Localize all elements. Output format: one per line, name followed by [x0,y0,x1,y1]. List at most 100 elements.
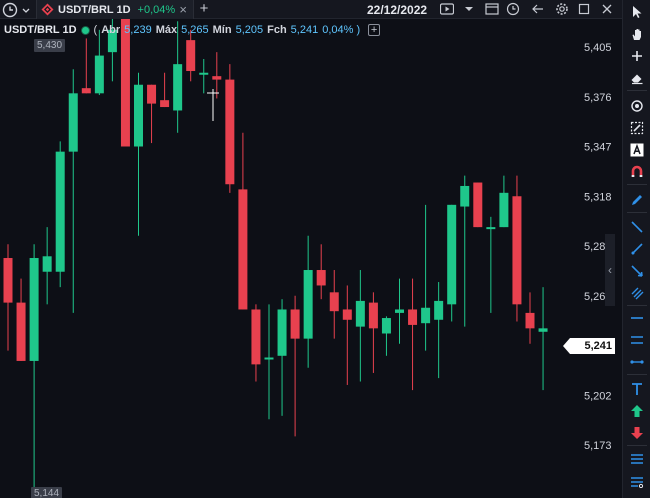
candle-body [134,84,143,147]
horizontal-line-icon [631,317,643,319]
magnet-mode-tool[interactable] [626,97,648,115]
tab-close-button[interactable]: × [179,3,187,16]
brush-icon [630,121,644,135]
arrow-line-tool[interactable] [626,262,648,280]
layout-menu-button[interactable] [462,2,476,16]
candle-body [342,309,352,320]
tab-change-percent: +0,04% [137,3,176,16]
ray-icon [631,243,643,255]
clock-menu-button[interactable] [2,1,32,18]
ohlc-legend: USDT/BRL 1D ( Abr 5,239 Máx 5,265 Mín 5,… [4,22,381,38]
candle-body [355,300,365,327]
cursor-tool[interactable] [626,3,648,21]
settings-button[interactable] [555,2,569,16]
candle-body [499,192,509,228]
candle-body [3,258,13,303]
trend-line-icon [631,221,643,233]
close-window-button[interactable] [600,2,614,16]
drawing-toolbar [622,0,650,498]
legend-open-paren: ( [93,24,98,36]
toolbar-divider [627,374,647,375]
crosshair-tool[interactable] [626,47,648,65]
candle-body [55,151,65,272]
candle-body [421,307,431,324]
candlestick-chart[interactable]: 5,4055,3765,3475,3185,285,2605,2315,2025… [0,19,622,498]
play-button[interactable] [439,2,455,16]
candle-body [395,309,404,313]
more-tools[interactable] [626,472,648,490]
candle-body [460,185,470,207]
link-button[interactable] [531,2,545,16]
legend-low-value: 5,205 [235,24,264,36]
arrow-down-tool[interactable] [626,424,648,442]
market-status-icon [80,25,90,35]
candle-body [212,76,222,80]
ray-tool[interactable] [626,240,648,258]
clock-icon [2,2,18,17]
maximize-button[interactable] [577,2,591,16]
candle-body [29,258,39,361]
maximize-icon [578,3,590,15]
legend-open-label: Abr [101,24,121,36]
close-icon [602,4,612,14]
legend-open-value: 5,239 [124,24,152,36]
y-axis-tick-label: 5,376 [584,92,612,104]
arrow-up-icon [631,405,643,417]
add-indicator-button[interactable]: + [368,24,381,36]
top-bar: USDT/BRL 1D +0,04% × + 22/12/2022 [0,0,622,19]
candle-body [160,100,170,108]
candle-body [486,227,496,230]
legend-high-value: 5,265 [181,24,209,36]
pen-tool[interactable] [626,191,648,209]
arrow-up-tool[interactable] [626,402,648,420]
candle-body [238,189,248,310]
brush-tool[interactable] [626,119,648,137]
candle-body [225,79,235,185]
tab-symbol: USDT/BRL 1D [58,3,131,16]
legend-symbol: USDT/BRL 1D [4,24,77,36]
candle-body [120,19,130,147]
magnet-tool[interactable] [626,163,648,181]
gear-icon [556,3,568,15]
fib-tool[interactable] [626,450,648,468]
chevron-down-icon [22,8,30,13]
current-price-tag: 5,241 [563,338,615,354]
candle-body [434,300,444,320]
pen-icon [632,195,642,205]
text-t-icon [632,383,642,395]
exchange-logo-icon [41,3,54,16]
add-tab-button[interactable]: + [197,0,211,19]
legend-close-value: 5,241 [290,24,319,36]
candle-body [290,309,300,339]
horizontal-range-tool[interactable] [626,353,648,371]
window-icon [485,3,499,15]
candle-body [16,302,26,361]
toolbar-divider [627,305,647,306]
legend-close-label: Fch [267,24,287,36]
pan-tool[interactable] [626,25,648,43]
plus-icon [632,51,642,61]
parallel-channel-tool[interactable] [626,284,648,302]
candle-body [525,312,535,329]
candle-body [147,84,157,104]
eraser-tool[interactable] [626,69,648,87]
text-tool[interactable] [626,141,648,159]
window-layout-button[interactable] [485,2,499,16]
horizontal-ray-tool[interactable] [626,331,648,349]
eraser-icon [631,74,643,85]
toolbar-divider [627,184,647,185]
candle-body [447,204,457,305]
trend-line-tool[interactable] [626,218,648,236]
y-axis-tick-label: 5,173 [584,440,612,452]
fib-lines-icon [631,454,643,464]
high-price-badge: 5,430 [34,39,66,52]
more-tools-icon [631,477,644,488]
expand-panel-button[interactable]: ‹ [605,234,615,306]
annotation-text-tool[interactable] [626,380,648,398]
toolbar-divider [627,445,647,446]
chart-background [0,19,622,498]
history-button[interactable] [506,2,520,16]
tab-usdt-brl[interactable]: USDT/BRL 1D +0,04% × [36,0,194,19]
horizontal-line-tool[interactable] [626,309,648,327]
candle-body [68,93,78,152]
